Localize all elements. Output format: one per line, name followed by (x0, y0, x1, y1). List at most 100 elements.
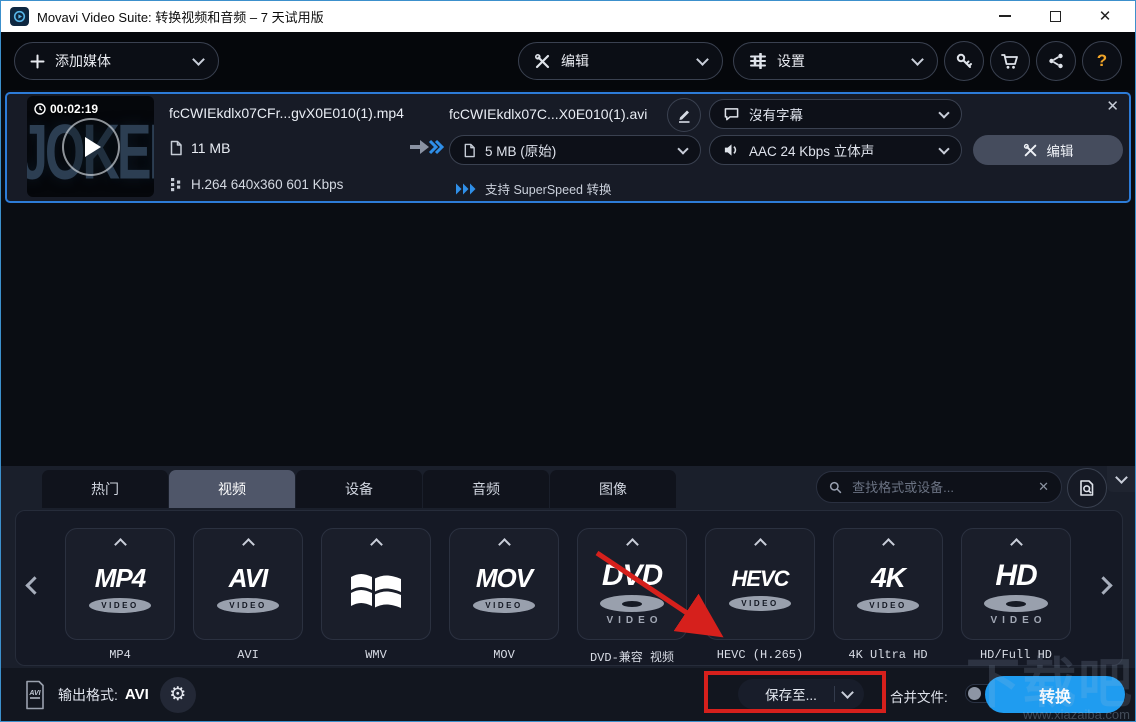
scroll-left-button[interactable] (28, 579, 41, 597)
save-to-button[interactable]: 保存至... (738, 679, 864, 709)
chevron-down-icon (192, 53, 205, 66)
chevron-down-icon (938, 107, 949, 118)
clear-search-button[interactable]: ✕ (1038, 479, 1049, 495)
format-logo: HEVC (731, 566, 788, 592)
chevron-up-icon[interactable] (882, 538, 895, 551)
edit-file-label: 编辑 (1047, 140, 1074, 160)
media-item-row[interactable]: JOKER 00:02:19 fcCWIEkdlx07CFr...gvX0E01… (5, 92, 1131, 203)
chevron-up-icon[interactable] (242, 538, 255, 551)
edit-file-button[interactable]: 编辑 (973, 135, 1123, 165)
tools-icon (1023, 143, 1038, 158)
format-label: AVI (237, 648, 259, 662)
close-button[interactable]: ✕ (1098, 9, 1112, 23)
tab-popular[interactable]: 热门 (42, 470, 168, 508)
format-slot-avi: AVI VIDEO AVI (193, 528, 303, 665)
format-card-avi[interactable]: AVI VIDEO (193, 528, 303, 640)
superspeed-note: 支持 SuperSpeed 转换 (455, 179, 611, 198)
search-icon (829, 480, 842, 495)
format-preview-button[interactable] (1067, 468, 1107, 508)
format-card-mp4[interactable]: MP4 VIDEO (65, 528, 175, 640)
pencil-icon (676, 107, 692, 123)
tab-video[interactable]: 视频 (169, 470, 295, 508)
format-label: HEVC (H.265) (717, 648, 803, 662)
add-media-label: 添加媒体 (55, 51, 111, 71)
chevron-up-icon[interactable] (754, 538, 767, 551)
chevron-up-icon[interactable] (498, 538, 511, 551)
remove-file-button[interactable]: ✕ (1106, 97, 1119, 115)
format-cards: MP4 VIDEO MP4 AVI VIDEO AVI (65, 528, 1071, 665)
plus-icon (30, 54, 45, 69)
convert-label: 转换 (1039, 683, 1071, 707)
minimize-button[interactable] (998, 9, 1012, 23)
video-badge: VIDEO (857, 598, 919, 613)
edit-menu-button[interactable]: 编辑 (518, 42, 723, 80)
format-card-hevc[interactable]: HEVC VIDEO (705, 528, 815, 640)
speech-bubble-icon (723, 107, 740, 122)
format-card-dvd[interactable]: DVD VIDEO (577, 528, 687, 640)
avi-file-icon: AVI (23, 680, 47, 710)
format-label: MP4 (109, 648, 131, 662)
subtitles-value: 沒有字幕 (749, 104, 803, 124)
chevron-up-icon[interactable] (114, 538, 127, 551)
share-button[interactable] (1036, 41, 1076, 81)
search-input[interactable] (850, 479, 1030, 496)
maximize-button[interactable] (1048, 9, 1062, 23)
format-logo: AVI (229, 563, 267, 594)
chevron-up-icon[interactable] (370, 538, 383, 551)
video-badge: VIDEO (89, 598, 151, 613)
disc-icon (600, 595, 664, 612)
activation-key-button[interactable] (944, 41, 984, 81)
footer-bar: AVI 输出格式: AVI ⚙ 保存至... 合并文件: 转换 (1, 668, 1135, 721)
cart-icon (1000, 52, 1020, 70)
format-card-mov[interactable]: MOV VIDEO (449, 528, 559, 640)
superspeed-icon (455, 183, 477, 195)
tab-images[interactable]: 图像 (550, 470, 676, 508)
format-card-4k[interactable]: 4K VIDEO (833, 528, 943, 640)
source-filename: fcCWIEkdlx07CFr...gvX0E010(1).mp4 (169, 105, 404, 121)
format-card-wmv[interactable] (321, 528, 431, 640)
format-slot-dvd: DVD VIDEO DVD-兼容 视频 (577, 528, 687, 665)
chevron-down-icon (1115, 471, 1128, 484)
share-icon (1047, 52, 1065, 70)
clock-icon (34, 103, 46, 115)
close-icon: ✕ (1038, 479, 1049, 494)
output-format-group: AVI 输出格式: AVI ⚙ (23, 668, 196, 721)
chevron-up-icon[interactable] (1010, 538, 1023, 551)
play-icon (85, 137, 101, 157)
collapse-panel-button[interactable] (1107, 466, 1135, 492)
title-bar: Movavi Video Suite: 转换视频和音频 – 7 天试用版 ✕ (0, 0, 1136, 32)
add-media-button[interactable]: 添加媒体 (14, 42, 219, 80)
format-cards-container: MP4 VIDEO MP4 AVI VIDEO AVI (15, 510, 1123, 666)
settings-menu-button[interactable]: 设置 (733, 42, 938, 80)
tab-audio[interactable]: 音频 (423, 470, 549, 508)
scroll-right-button[interactable] (1097, 579, 1110, 597)
save-to-label: 保存至... (750, 684, 832, 704)
chevron-up-icon[interactable] (626, 538, 639, 551)
document-search-icon (1078, 479, 1096, 497)
play-button[interactable] (62, 118, 120, 176)
video-badge: VIDEO (473, 598, 535, 613)
file-icon (169, 140, 183, 156)
help-button[interactable]: ? (1082, 41, 1122, 81)
audio-dropdown[interactable]: AAC 24 Kbps 立体声 (709, 135, 962, 165)
output-filename: fcCWIEkdlx07C...X0E010(1).avi (449, 106, 647, 122)
video-thumbnail[interactable]: JOKER 00:02:19 (27, 96, 154, 197)
format-logo: HD (995, 559, 1036, 593)
output-size-dropdown[interactable]: 5 MB (原始) (449, 135, 701, 165)
format-slot-4k: 4K VIDEO 4K Ultra HD (833, 528, 943, 665)
format-slot-mov: MOV VIDEO MOV (449, 528, 559, 665)
rename-button[interactable] (667, 98, 701, 132)
tab-devices[interactable]: 设备 (296, 470, 422, 508)
video-badge: VIDEO (601, 615, 662, 626)
format-card-hd[interactable]: HD VIDEO (961, 528, 1071, 640)
close-icon: ✕ (1106, 98, 1119, 115)
convert-button[interactable]: 转换 (985, 676, 1125, 713)
window-title: Movavi Video Suite: 转换视频和音频 – 7 天试用版 (37, 7, 324, 26)
disc-icon (984, 595, 1048, 612)
video-badge: VIDEO (985, 615, 1046, 626)
app-logo-icon (10, 7, 29, 26)
subtitles-dropdown[interactable]: 沒有字幕 (709, 99, 962, 129)
video-badge: VIDEO (729, 596, 791, 611)
cart-button[interactable] (990, 41, 1030, 81)
format-settings-button[interactable]: ⚙ (160, 677, 196, 713)
